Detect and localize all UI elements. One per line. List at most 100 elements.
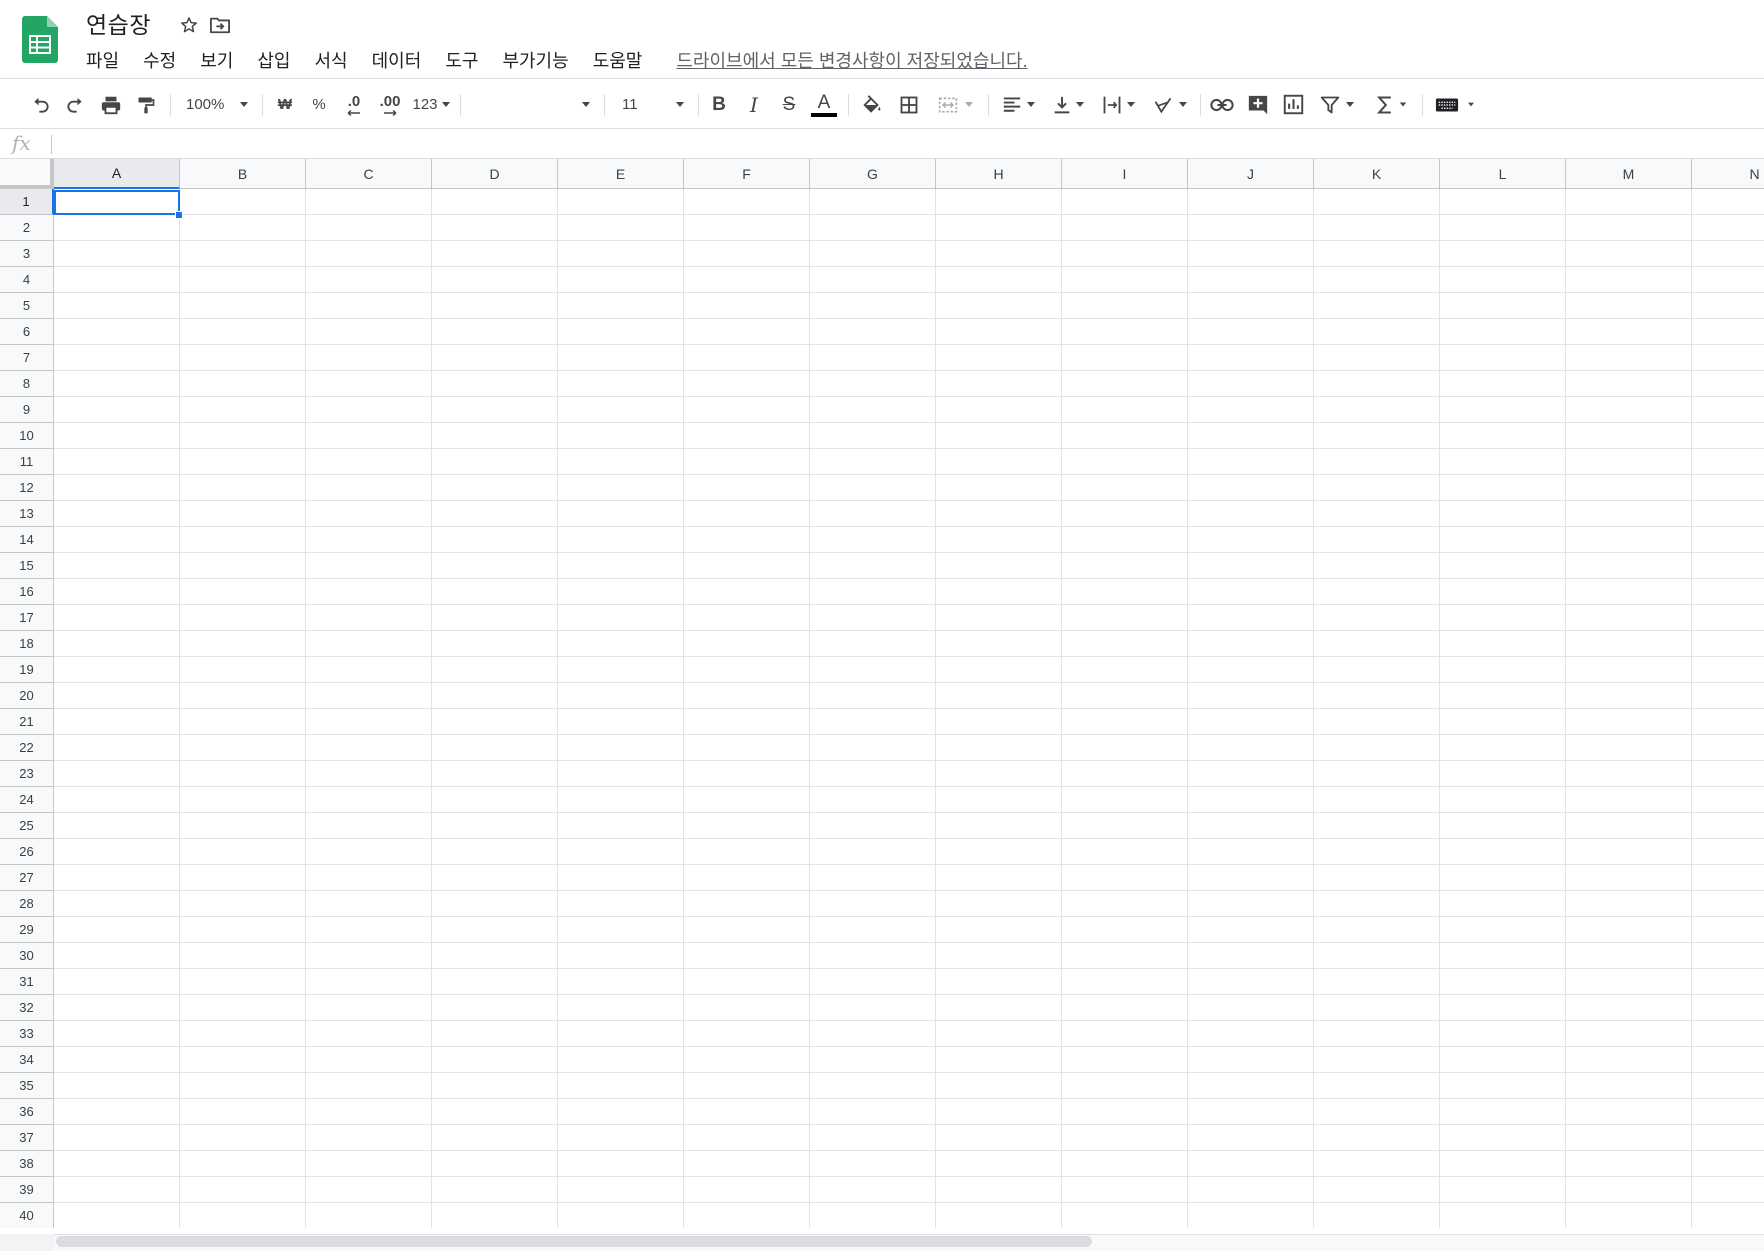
row-header-32[interactable]: 32 bbox=[0, 995, 54, 1021]
row-header-37[interactable]: 37 bbox=[0, 1125, 54, 1151]
row-header-38[interactable]: 38 bbox=[0, 1151, 54, 1177]
column-header-l[interactable]: L bbox=[1440, 159, 1566, 189]
decrease-decimal-button[interactable]: .0 bbox=[338, 88, 370, 121]
column-header-m[interactable]: M bbox=[1566, 159, 1692, 189]
row-header-19[interactable]: 19 bbox=[0, 657, 54, 683]
row-header-28[interactable]: 28 bbox=[0, 891, 54, 917]
column-header-d[interactable]: D bbox=[432, 159, 558, 189]
font-size-select[interactable]: 11 bbox=[614, 88, 690, 121]
column-header-h[interactable]: H bbox=[936, 159, 1062, 189]
row-header-39[interactable]: 39 bbox=[0, 1177, 54, 1203]
column-header-e[interactable]: E bbox=[558, 159, 684, 189]
row-header-27[interactable]: 27 bbox=[0, 865, 54, 891]
text-color-button[interactable]: A bbox=[809, 88, 839, 121]
bold-button[interactable]: B bbox=[704, 88, 734, 121]
row-header-6[interactable]: 6 bbox=[0, 319, 54, 345]
paint-format-button[interactable] bbox=[131, 88, 161, 121]
column-header-i[interactable]: I bbox=[1062, 159, 1188, 189]
insert-chart-button[interactable] bbox=[1277, 88, 1309, 121]
insert-comment-button[interactable] bbox=[1242, 88, 1274, 121]
filter-button[interactable] bbox=[1314, 88, 1360, 121]
insert-link-button[interactable] bbox=[1206, 88, 1238, 121]
column-header-b[interactable]: B bbox=[180, 159, 306, 189]
fill-color-button[interactable] bbox=[856, 88, 888, 121]
undo-button[interactable] bbox=[26, 88, 56, 121]
italic-button[interactable]: I bbox=[739, 88, 769, 121]
formula-input[interactable] bbox=[56, 131, 1746, 157]
row-header-3[interactable]: 3 bbox=[0, 241, 54, 267]
row-header-14[interactable]: 14 bbox=[0, 527, 54, 553]
star-icon[interactable] bbox=[176, 12, 202, 38]
row-header-24[interactable]: 24 bbox=[0, 787, 54, 813]
column-header-a[interactable]: A bbox=[54, 159, 180, 189]
row-header-7[interactable]: 7 bbox=[0, 345, 54, 371]
column-header-k[interactable]: K bbox=[1314, 159, 1440, 189]
fill-handle[interactable] bbox=[175, 211, 183, 219]
more-formats-button[interactable]: 123 bbox=[410, 88, 452, 121]
row-header-13[interactable]: 13 bbox=[0, 501, 54, 527]
row-header-8[interactable]: 8 bbox=[0, 371, 54, 397]
row-header-4[interactable]: 4 bbox=[0, 267, 54, 293]
row-header-20[interactable]: 20 bbox=[0, 683, 54, 709]
currency-format-button[interactable]: ₩ bbox=[272, 88, 298, 121]
menu-tools[interactable]: 도구 bbox=[437, 47, 486, 75]
menu-help[interactable]: 도움말 bbox=[585, 47, 651, 75]
row-header-21[interactable]: 21 bbox=[0, 709, 54, 735]
column-header-g[interactable]: G bbox=[810, 159, 936, 189]
row-header-31[interactable]: 31 bbox=[0, 969, 54, 995]
row-header-16[interactable]: 16 bbox=[0, 579, 54, 605]
row-header-1[interactable]: 1 bbox=[0, 189, 54, 215]
horizontal-scrollbar-thumb[interactable] bbox=[56, 1236, 1092, 1247]
save-status-link[interactable]: 드라이브에서 모든 변경사항이 저장되었습니다. bbox=[676, 49, 1027, 73]
percent-format-button[interactable]: % bbox=[306, 88, 332, 121]
text-rotation-button[interactable] bbox=[1146, 88, 1192, 121]
row-header-33[interactable]: 33 bbox=[0, 1021, 54, 1047]
font-family-select[interactable] bbox=[466, 88, 596, 121]
row-header-40[interactable]: 40 bbox=[0, 1203, 54, 1228]
active-cell-a1[interactable] bbox=[54, 190, 180, 215]
row-header-29[interactable]: 29 bbox=[0, 917, 54, 943]
row-header-22[interactable]: 22 bbox=[0, 735, 54, 761]
row-header-36[interactable]: 36 bbox=[0, 1099, 54, 1125]
zoom-select[interactable]: 100% bbox=[180, 88, 254, 121]
text-wrapping-button[interactable] bbox=[1096, 88, 1140, 121]
strikethrough-button[interactable]: S bbox=[774, 88, 804, 121]
row-header-10[interactable]: 10 bbox=[0, 423, 54, 449]
cell-area[interactable] bbox=[54, 189, 1764, 1228]
row-header-11[interactable]: 11 bbox=[0, 449, 54, 475]
row-header-30[interactable]: 30 bbox=[0, 943, 54, 969]
row-header-2[interactable]: 2 bbox=[0, 215, 54, 241]
menu-data[interactable]: 데이터 bbox=[364, 47, 430, 75]
menu-format[interactable]: 서식 bbox=[307, 47, 356, 75]
merge-cells-button[interactable] bbox=[932, 88, 978, 121]
functions-button[interactable] bbox=[1370, 88, 1412, 121]
menu-addons[interactable]: 부가기능 bbox=[494, 47, 576, 75]
column-header-f[interactable]: F bbox=[684, 159, 810, 189]
column-header-j[interactable]: J bbox=[1188, 159, 1314, 189]
menu-insert[interactable]: 삽입 bbox=[249, 47, 298, 75]
row-header-17[interactable]: 17 bbox=[0, 605, 54, 631]
menu-view[interactable]: 보기 bbox=[192, 47, 241, 75]
row-header-5[interactable]: 5 bbox=[0, 293, 54, 319]
input-tools-button[interactable] bbox=[1430, 88, 1480, 121]
column-header-c[interactable]: C bbox=[306, 159, 432, 189]
row-header-23[interactable]: 23 bbox=[0, 761, 54, 787]
increase-decimal-button[interactable]: .00 bbox=[373, 88, 407, 121]
horizontal-align-button[interactable] bbox=[996, 88, 1040, 121]
row-header-26[interactable]: 26 bbox=[0, 839, 54, 865]
redo-button[interactable] bbox=[60, 88, 90, 121]
vertical-align-button[interactable] bbox=[1046, 88, 1090, 121]
row-header-15[interactable]: 15 bbox=[0, 553, 54, 579]
print-button[interactable] bbox=[96, 88, 126, 121]
sheets-logo-icon[interactable] bbox=[22, 16, 58, 63]
borders-button[interactable] bbox=[893, 88, 925, 121]
row-header-25[interactable]: 25 bbox=[0, 813, 54, 839]
row-header-9[interactable]: 9 bbox=[0, 397, 54, 423]
menu-edit[interactable]: 수정 bbox=[135, 47, 184, 75]
column-header-n[interactable]: N bbox=[1692, 159, 1764, 189]
row-header-34[interactable]: 34 bbox=[0, 1047, 54, 1073]
select-all-corner[interactable] bbox=[0, 159, 54, 189]
menu-file[interactable]: 파일 bbox=[78, 47, 127, 75]
row-header-18[interactable]: 18 bbox=[0, 631, 54, 657]
row-header-12[interactable]: 12 bbox=[0, 475, 54, 501]
